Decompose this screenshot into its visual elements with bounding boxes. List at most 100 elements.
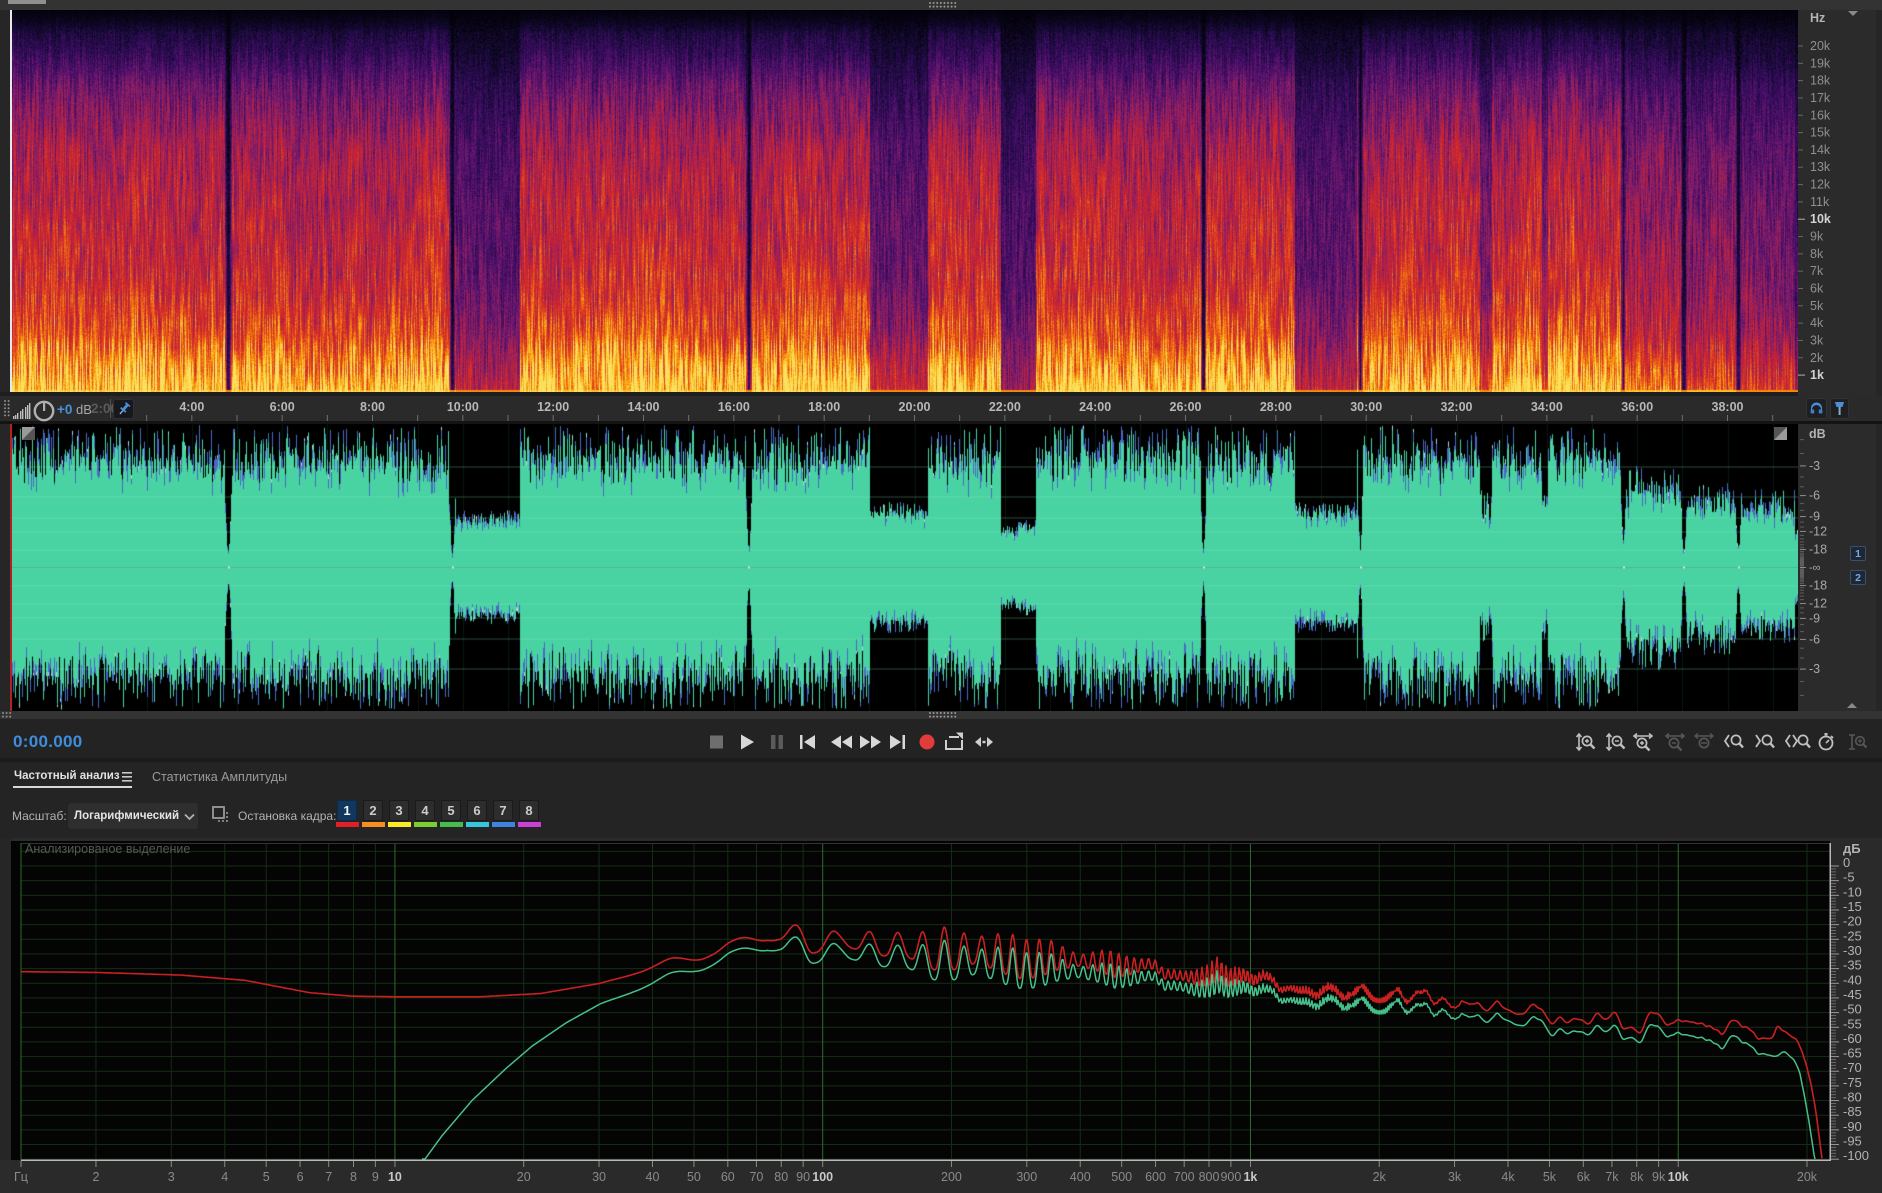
svg-text:7k: 7k (1605, 1170, 1619, 1184)
svg-text:10k: 10k (1810, 212, 1831, 226)
svg-text:-90: -90 (1843, 1119, 1862, 1134)
svg-text:8k: 8k (1810, 247, 1824, 261)
svg-text:2k: 2k (1373, 1170, 1387, 1184)
svg-text:18:00: 18:00 (808, 400, 840, 414)
svg-text:5: 5 (263, 1170, 270, 1184)
svg-text:4: 4 (221, 1170, 228, 1184)
svg-text:2: 2 (92, 1170, 99, 1184)
svg-text:26:00: 26:00 (1170, 400, 1202, 414)
svg-text:20k: 20k (1797, 1170, 1818, 1184)
svg-text:dB: dB (1809, 427, 1826, 441)
svg-text:6k: 6k (1577, 1170, 1591, 1184)
svg-text:11k: 11k (1810, 195, 1830, 209)
svg-text:4:00: 4:00 (179, 400, 204, 414)
svg-text:80: 80 (774, 1170, 788, 1184)
svg-text:38:00: 38:00 (1712, 400, 1744, 414)
svg-text:200: 200 (941, 1170, 962, 1184)
svg-text:20k: 20k (1810, 39, 1831, 53)
svg-text:-35: -35 (1843, 958, 1862, 973)
svg-text:-3: -3 (1809, 662, 1820, 676)
svg-text:-12: -12 (1809, 597, 1827, 611)
svg-text:дБ: дБ (1843, 841, 1861, 856)
svg-text:Анализированое выделение: Анализированое выделение (25, 842, 190, 856)
svg-text:-65: -65 (1843, 1046, 1862, 1061)
svg-text:-85: -85 (1843, 1104, 1862, 1119)
svg-text:15k: 15k (1810, 126, 1831, 140)
svg-text:5k: 5k (1810, 299, 1824, 313)
svg-text:22:00: 22:00 (989, 400, 1021, 414)
svg-text:90: 90 (796, 1170, 810, 1184)
svg-text:-45: -45 (1843, 987, 1862, 1002)
svg-text:-9: -9 (1809, 611, 1820, 625)
svg-text:14k: 14k (1810, 143, 1831, 157)
svg-text:7: 7 (325, 1170, 332, 1184)
svg-text:20:00: 20:00 (899, 400, 931, 414)
svg-text:-20: -20 (1843, 914, 1862, 929)
svg-text:60: 60 (721, 1170, 735, 1184)
svg-text:8k: 8k (1630, 1170, 1644, 1184)
svg-text:1k: 1k (1243, 1170, 1257, 1184)
svg-text:9: 9 (372, 1170, 379, 1184)
svg-text:17k: 17k (1810, 91, 1831, 105)
svg-text:0: 0 (1843, 855, 1850, 870)
svg-text:2k: 2k (1810, 351, 1824, 365)
svg-text:30: 30 (592, 1170, 606, 1184)
svg-text:-80: -80 (1843, 1090, 1862, 1105)
svg-text:-100: -100 (1843, 1148, 1869, 1163)
svg-text:900: 900 (1220, 1170, 1241, 1184)
svg-text:1k: 1k (1810, 368, 1824, 382)
svg-text:28:00: 28:00 (1260, 400, 1292, 414)
svg-text:-55: -55 (1843, 1016, 1862, 1031)
svg-text:36:00: 36:00 (1621, 400, 1653, 414)
svg-text:6:00: 6:00 (270, 400, 295, 414)
svg-text:-70: -70 (1843, 1060, 1862, 1075)
svg-text:-95: -95 (1843, 1134, 1862, 1149)
svg-text:-40: -40 (1843, 972, 1862, 987)
svg-text:24:00: 24:00 (1079, 400, 1111, 414)
svg-text:10k: 10k (1668, 1170, 1689, 1184)
svg-text:-50: -50 (1843, 1002, 1862, 1017)
svg-text:20: 20 (517, 1170, 531, 1184)
svg-text:-∞: -∞ (1809, 562, 1821, 574)
svg-text:400: 400 (1070, 1170, 1091, 1184)
svg-text:9k: 9k (1652, 1170, 1666, 1184)
svg-text:-6: -6 (1809, 632, 1820, 646)
svg-text:-5: -5 (1843, 870, 1855, 885)
svg-text:3: 3 (168, 1170, 175, 1184)
svg-text:40: 40 (646, 1170, 660, 1184)
svg-text:8:00: 8:00 (360, 400, 385, 414)
svg-text:-25: -25 (1843, 928, 1862, 943)
svg-text:4k: 4k (1810, 316, 1824, 330)
svg-text:13k: 13k (1810, 160, 1831, 174)
svg-text:5k: 5k (1543, 1170, 1557, 1184)
svg-text:3k: 3k (1448, 1170, 1462, 1184)
svg-text:700: 700 (1174, 1170, 1195, 1184)
svg-text:14:00: 14:00 (628, 400, 660, 414)
svg-text:7k: 7k (1810, 264, 1824, 278)
svg-text:3k: 3k (1810, 333, 1824, 347)
svg-text:-75: -75 (1843, 1075, 1862, 1090)
svg-text:-15: -15 (1843, 899, 1862, 914)
svg-text:6: 6 (297, 1170, 304, 1184)
svg-text:10: 10 (388, 1170, 402, 1184)
svg-text:34:00: 34:00 (1531, 400, 1563, 414)
svg-text:Гц: Гц (14, 1170, 28, 1184)
svg-text:8: 8 (350, 1170, 357, 1184)
svg-text:10:00: 10:00 (447, 400, 479, 414)
svg-text:12:00: 12:00 (537, 400, 569, 414)
svg-text:12k: 12k (1810, 178, 1831, 192)
svg-text:9k: 9k (1810, 230, 1824, 244)
svg-text:300: 300 (1016, 1170, 1037, 1184)
svg-text:19k: 19k (1810, 56, 1831, 70)
svg-text:-18: -18 (1809, 579, 1827, 593)
svg-text:-18: -18 (1809, 542, 1827, 556)
svg-text:-3: -3 (1809, 459, 1820, 473)
svg-text:32:00: 32:00 (1441, 400, 1473, 414)
svg-text:30:00: 30:00 (1350, 400, 1382, 414)
svg-text:16k: 16k (1810, 108, 1831, 122)
svg-text:50: 50 (687, 1170, 701, 1184)
svg-text:800: 800 (1199, 1170, 1220, 1184)
svg-text:70: 70 (749, 1170, 763, 1184)
svg-text:4k: 4k (1501, 1170, 1515, 1184)
svg-text:100: 100 (812, 1170, 833, 1184)
